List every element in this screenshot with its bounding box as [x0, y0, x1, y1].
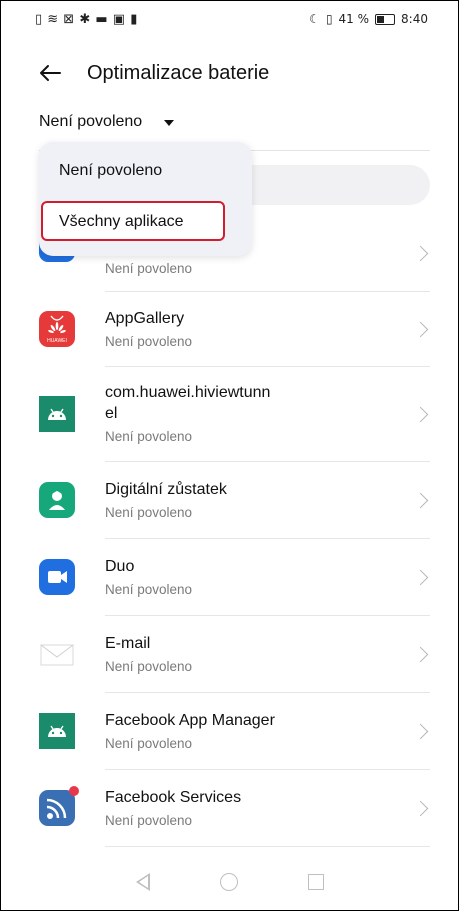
app-name: Digitální zůstatek: [105, 480, 227, 498]
duo-icon: [39, 559, 75, 595]
app-status: Není povoleno: [105, 581, 193, 597]
moon-icon: ☾: [309, 12, 320, 26]
back-arrow-icon[interactable]: [37, 60, 63, 86]
status-bar: ▯ ≋ ⊠ ✱ ▬ ▣ ▮ ☾ ▯ 41 % 8:40: [1, 1, 458, 37]
app-name: com.huawei.hiviewtunn el: [105, 384, 271, 422]
status-icons-right: ☾ ▯ 41 % 8:40: [309, 12, 428, 26]
battery-icon: [375, 13, 396, 25]
list-item[interactable]: com.huawei.hiviewtunn el Není povoleno: [39, 367, 430, 462]
chevron-right-icon: [412, 321, 429, 337]
app-header: Optimalizace baterie: [37, 55, 438, 91]
filter-selector[interactable]: Není povoleno: [39, 113, 175, 131]
app-status: Není povoleno: [105, 812, 193, 828]
dropdown-option-all-apps[interactable]: Všechny aplikace: [59, 213, 184, 231]
list-item[interactable]: Digitální zůstatek Není povoleno: [39, 462, 430, 539]
status-icons-left: ▯ ≋ ⊠ ✱ ▬ ▣ ▮: [35, 12, 138, 27]
app-name: Facebook Services: [105, 788, 242, 806]
app-name: Facebook App Manager: [105, 711, 275, 729]
appgallery-icon: HUAWEI: [39, 311, 75, 347]
app-name: Duo: [105, 557, 135, 575]
filter-dropdown-menu: Není povoleno Všechny aplikace: [39, 142, 252, 256]
chevron-right-icon: [412, 800, 429, 816]
filter-selected-label: Není povoleno: [39, 113, 143, 130]
chevron-right-icon: [412, 245, 429, 261]
list-item[interactable]: Duo Není povoleno: [39, 539, 430, 616]
phone-screen: ▯ ≋ ⊠ ✱ ▬ ▣ ▮ ☾ ▯ 41 % 8:40 Optimalizace…: [0, 0, 459, 911]
vibrate-icon: ▯: [325, 12, 333, 26]
app-name: E-mail: [105, 634, 151, 652]
nav-recents-icon[interactable]: [307, 874, 324, 890]
chevron-right-icon: [412, 723, 429, 739]
clock: 8:40: [401, 12, 428, 26]
battery-percent: 41 %: [338, 12, 370, 26]
app-status: Není povoleno: [105, 658, 193, 674]
app-status: Není povoleno: [105, 429, 193, 444]
chevron-right-icon: [412, 492, 429, 508]
dropdown-option-not-allowed[interactable]: Není povoleno: [59, 162, 162, 180]
digital-balance-icon: [39, 482, 75, 518]
list-item[interactable]: HUAWEI AppGallery Není povoleno: [39, 292, 430, 367]
app-status: Není povoleno: [105, 260, 193, 276]
dropdown-arrow-icon: [164, 120, 175, 126]
email-icon: [39, 636, 75, 672]
facebook-services-icon: [39, 786, 79, 826]
app-status: Není povoleno: [105, 735, 193, 751]
nav-back-icon[interactable]: [135, 873, 150, 891]
nav-home-icon[interactable]: [219, 873, 238, 891]
list-item[interactable]: Facebook App Manager Není povoleno: [39, 693, 430, 770]
appgallery-icon-label: HUAWEI: [47, 338, 67, 344]
app-status: Není povoleno: [105, 333, 193, 349]
notification-dot: [69, 786, 79, 796]
chevron-right-icon: [412, 646, 429, 662]
app-list: aru Není povoleno HUAWEI AppGallery Není…: [1, 215, 458, 847]
list-item[interactable]: E-mail Není povoleno: [39, 616, 430, 693]
notification-icons: ▯ ≋ ⊠ ✱ ▬ ▣ ▮: [35, 11, 138, 27]
page-title: Optimalizace baterie: [87, 61, 270, 84]
chevron-right-icon: [412, 569, 429, 585]
list-item[interactable]: Facebook Services Není povoleno: [39, 770, 430, 847]
app-status: Není povoleno: [105, 504, 193, 520]
app-name: AppGallery: [105, 309, 185, 327]
chevron-right-icon: [412, 406, 429, 422]
android-icon: [39, 713, 75, 749]
navigation-bar: [1, 854, 458, 910]
android-icon: [39, 396, 75, 432]
